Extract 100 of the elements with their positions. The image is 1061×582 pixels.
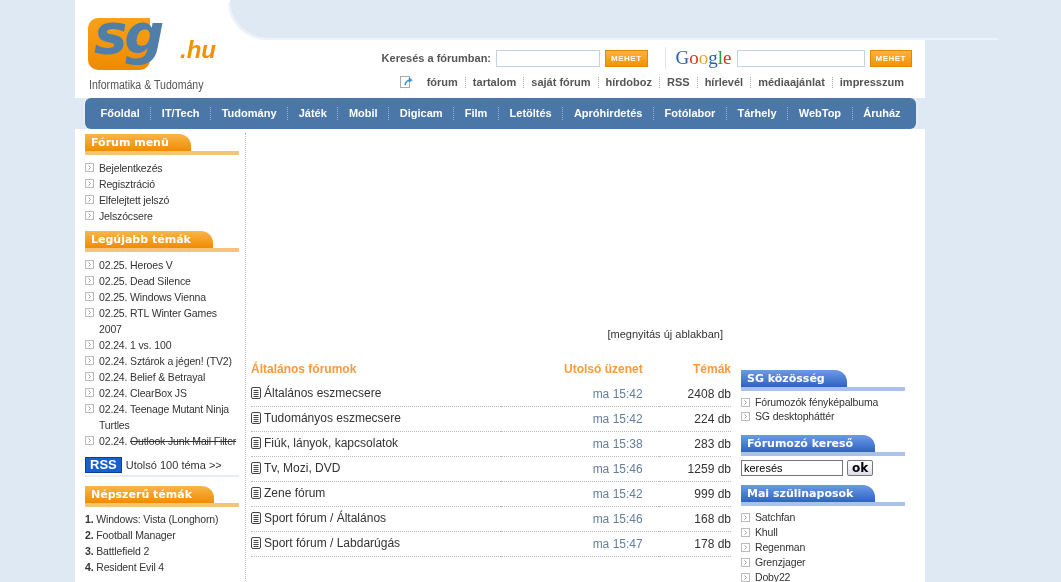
section-header: Fórum menü xyxy=(85,134,191,151)
topic-link[interactable]: 02.24. Sztárok a jégen! (TV2) xyxy=(99,353,232,369)
topic-count: 2408 db xyxy=(658,382,731,407)
bullet-icon xyxy=(85,388,94,397)
document-icon xyxy=(251,387,261,399)
ok-button[interactable]: ok xyxy=(847,460,874,476)
nav-link[interactable]: Film xyxy=(453,107,498,120)
last-post-time: ma 15:42 xyxy=(500,382,659,407)
nav-link[interactable]: Tárhely xyxy=(725,107,788,120)
nav-link[interactable]: WebTop xyxy=(787,107,852,120)
top-link[interactable]: RSS xyxy=(659,76,697,88)
community-link[interactable]: Fórumozók fényképalbuma xyxy=(755,395,879,409)
top-link[interactable]: hírdoboz xyxy=(597,76,659,88)
forum-link[interactable]: Általános eszmecsere xyxy=(264,386,382,400)
nav-link[interactable]: Mobil xyxy=(337,107,389,120)
last-post-time: ma 15:46 xyxy=(500,506,659,532)
forum-link[interactable]: Tv, Mozi, DVD xyxy=(264,461,341,475)
topic-link[interactable]: 02.25. Dead Silence xyxy=(99,273,191,289)
forum-link[interactable]: Sport fórum / Általános xyxy=(264,511,387,525)
user-search-field[interactable]: keresés xyxy=(741,460,843,476)
user-link[interactable]: Grenzjager xyxy=(755,555,806,570)
google-search-field[interactable] xyxy=(736,49,865,67)
top-link[interactable]: tartalom xyxy=(464,76,524,88)
arrow-icon xyxy=(399,76,414,88)
nav-link[interactable]: Digicam xyxy=(388,107,454,120)
popular-topic-link[interactable]: 1. Windows: Vista (Longhorn) xyxy=(85,511,219,527)
forum-link[interactable]: Sport fórum / Labdarúgás xyxy=(264,536,401,550)
nav-link[interactable]: Apróhirdetés xyxy=(562,107,653,120)
top-link[interactable]: saját fórum xyxy=(523,76,598,88)
bullet-icon xyxy=(85,404,94,413)
bullet-icon xyxy=(85,356,94,365)
topic-link[interactable]: 02.25. Windows Vienna xyxy=(99,289,206,305)
topic-count: 224 db xyxy=(658,406,731,432)
last-post-time: ma 15:47 xyxy=(500,531,659,557)
section-header: SG közösség xyxy=(741,370,847,387)
bullet-icon xyxy=(85,308,94,317)
nav-link[interactable]: Letöltés xyxy=(498,107,563,120)
topic-count: 999 db xyxy=(658,481,731,507)
topic-link[interactable]: 02.24. Belief & Betrayal xyxy=(99,369,206,385)
bullet-icon xyxy=(85,179,94,188)
section-header: Népszerű témák xyxy=(85,486,214,503)
topic-link[interactable]: 02.24. Teenage Mutant Ninja Turtles xyxy=(99,401,239,433)
document-icon xyxy=(251,537,261,549)
topic-link[interactable]: 02.25. Heroes V xyxy=(99,257,173,273)
bullet-icon xyxy=(741,573,750,582)
topic-count: 178 db xyxy=(658,531,731,557)
bullet-icon xyxy=(741,513,750,522)
user-link[interactable]: Khull xyxy=(755,525,778,540)
menu-link[interactable]: Bejelentkezés xyxy=(99,160,163,176)
last-post-time: ma 15:42 xyxy=(500,406,659,432)
forum-link[interactable]: Zene fórum xyxy=(264,486,326,500)
nav-link[interactable]: Főoldal xyxy=(90,107,151,120)
bullet-icon xyxy=(85,372,94,381)
user-link[interactable]: Satchfan xyxy=(755,510,796,525)
section-header: Fórumozó kereső xyxy=(741,435,876,452)
column-header: Témák xyxy=(691,362,731,378)
all-topics-link[interactable]: Utolsó 100 téma >> xyxy=(125,459,222,471)
document-icon xyxy=(251,462,261,474)
top-link[interactable]: médiaajánlat xyxy=(750,76,832,88)
menu-link[interactable]: Regisztráció xyxy=(99,176,155,192)
forum-search-field[interactable] xyxy=(496,49,601,67)
document-icon xyxy=(251,487,261,499)
community-link[interactable]: SG desktopháttér xyxy=(755,409,835,423)
bullet-icon xyxy=(85,276,94,285)
logo-tagline: Informatika & Tudomány xyxy=(89,78,204,92)
topic-link[interactable]: 02.25. RTL Winter Games 2007 xyxy=(99,305,239,337)
rss-badge[interactable]: RSS xyxy=(85,457,122,473)
topic-link[interactable]: 02.24. Outlook Junk Mail Filter xyxy=(99,433,237,449)
top-link[interactable]: impresszum xyxy=(831,76,911,88)
forum-link[interactable]: Tudományos eszmecsere xyxy=(264,411,401,425)
nav-link[interactable]: Játék xyxy=(287,107,338,120)
google-logo: Google xyxy=(664,47,732,69)
user-link[interactable]: Regenman xyxy=(755,540,806,555)
bullet-icon xyxy=(85,436,94,445)
popular-topic-link[interactable]: 4. Resident Evil 4 xyxy=(85,559,165,575)
topic-link[interactable]: 02.24. 1 vs. 100 xyxy=(99,337,172,353)
topic-count: 1259 db xyxy=(658,456,731,482)
last-post-time: ma 15:38 xyxy=(500,431,659,457)
section-header: Mai szülinaposok xyxy=(741,485,876,502)
nav-link[interactable]: Tudomány xyxy=(210,107,288,120)
popular-topic-link[interactable]: 2. Football Manager xyxy=(85,527,176,543)
open-new-window-link[interactable]: [megnyitás új ablakban] xyxy=(607,328,723,340)
popular-topic-link[interactable]: 3. Battlefield 2 xyxy=(85,543,150,559)
bullet-icon xyxy=(741,412,750,421)
top-link[interactable]: hírlevél xyxy=(696,76,751,88)
topic-link[interactable]: 02.24. ClearBox JS xyxy=(99,385,187,401)
bullet-icon xyxy=(85,292,94,301)
bullet-icon xyxy=(741,528,750,537)
bullet-icon xyxy=(741,398,750,407)
top-link[interactable]: fórum xyxy=(419,76,465,88)
bullet-icon xyxy=(85,195,94,204)
bullet-icon xyxy=(85,163,94,172)
forum-link[interactable]: Fiúk, lányok, kapcsolatok xyxy=(264,436,399,450)
topic-count: 283 db xyxy=(658,431,731,457)
nav-link[interactable]: IT/Tech xyxy=(150,107,211,120)
menu-link[interactable]: Jelszócsere xyxy=(99,208,153,224)
nav-link[interactable]: Áruház xyxy=(851,107,912,120)
nav-link[interactable]: Fotólabor xyxy=(652,107,726,120)
column-header: Általános fórumok xyxy=(251,362,358,378)
menu-link[interactable]: Elfelejtett jelszó xyxy=(99,192,170,208)
